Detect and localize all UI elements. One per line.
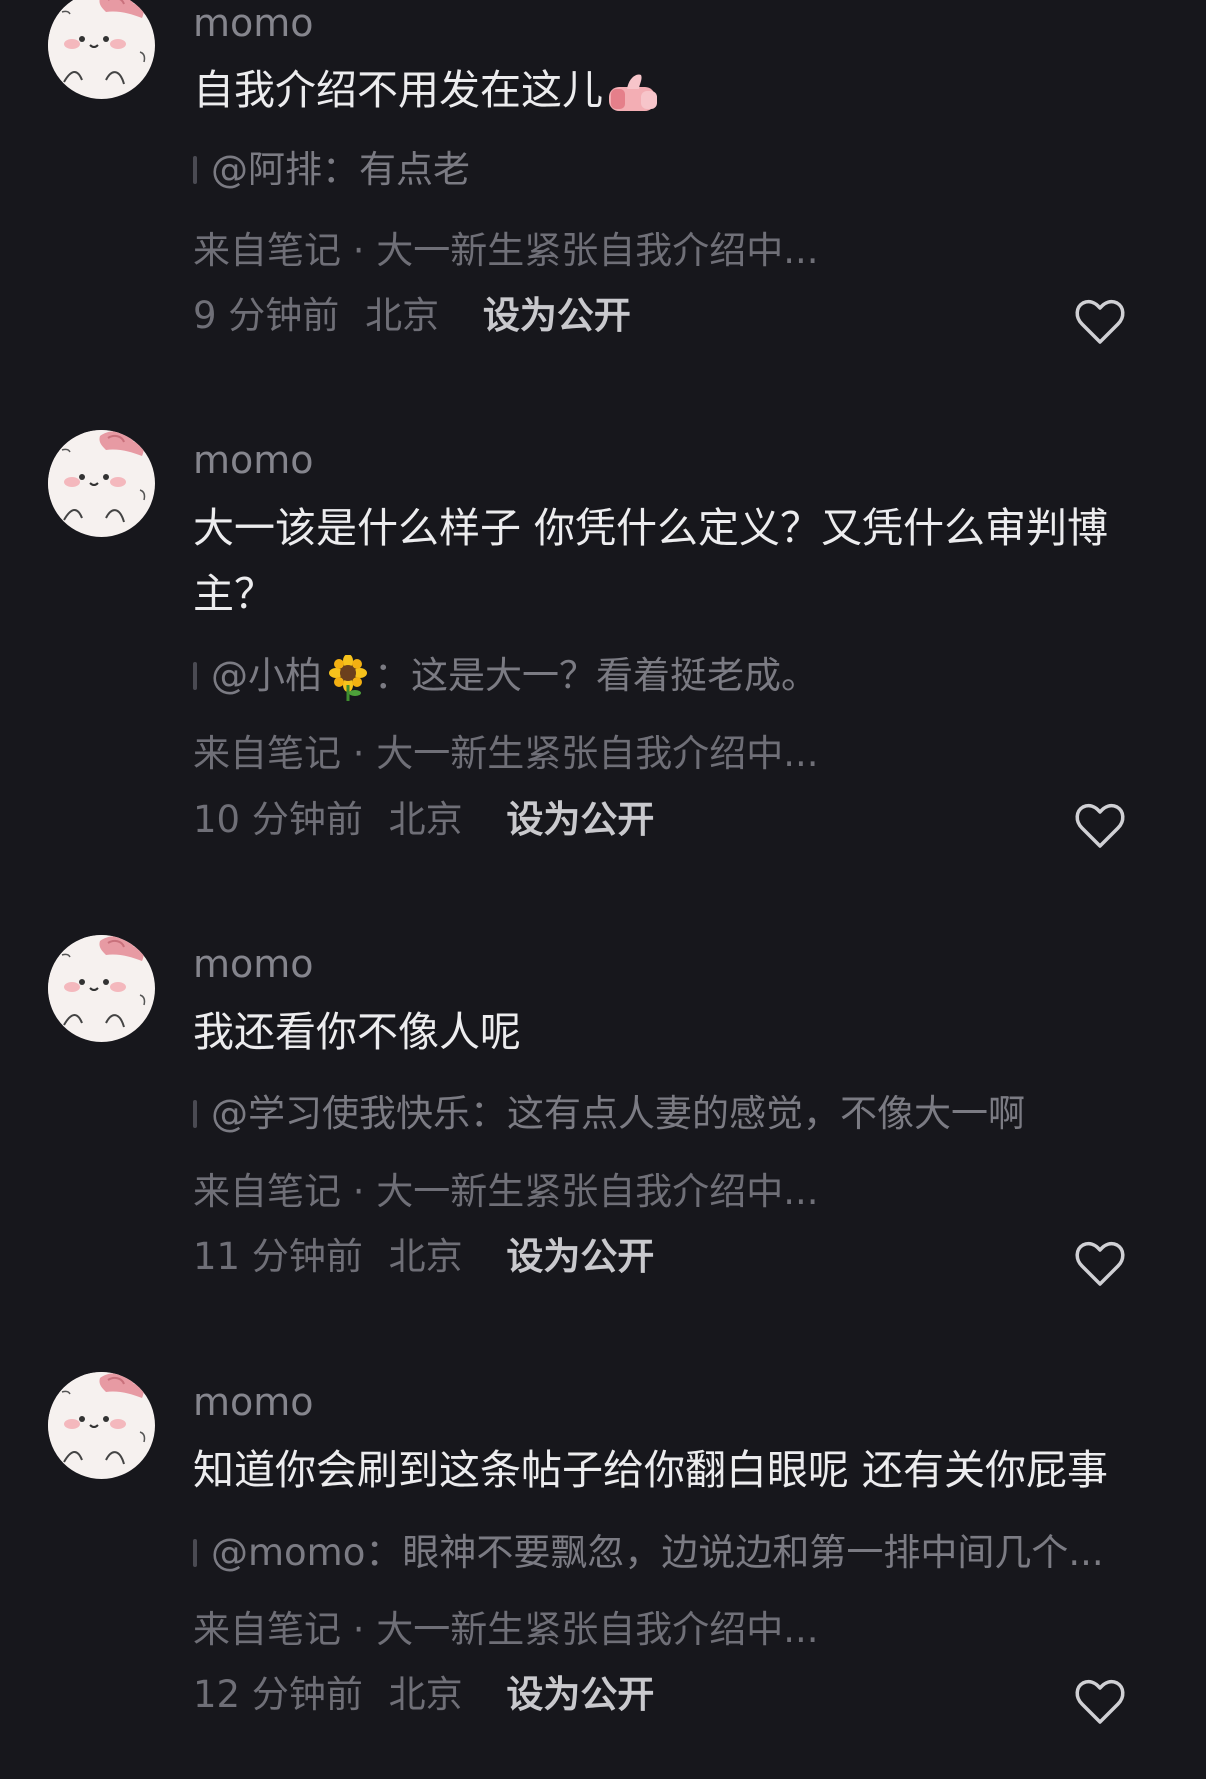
like-button[interactable]	[1074, 1678, 1126, 1726]
quote-separator: ：	[470, 1092, 507, 1135]
heart-outline-icon	[1075, 1241, 1125, 1286]
comment-text: 大一该是什么样子 你凭什么定义？又凭什么审判博主？	[193, 504, 1109, 618]
thumbs-up-emoji	[609, 74, 657, 111]
heart-outline-icon	[1075, 803, 1125, 848]
username[interactable]: momo	[193, 1379, 314, 1425]
avatar-icon	[48, 1372, 154, 1478]
username[interactable]: momo	[193, 941, 314, 987]
comment-text: 我还看你不像人呢	[193, 1008, 521, 1056]
note-source[interactable]: 来自笔记 · 大一新生紧张自我介绍中...	[193, 1169, 819, 1215]
comment-meta: 12 分钟前 北京 设为公开	[193, 1672, 654, 1718]
comment-time: 9 分钟前	[193, 294, 340, 337]
quote-text: 这有点人妻的感觉，不像大一啊	[507, 1092, 1025, 1135]
quoted-reply[interactable]: @momo：眼神不要飘忽，边说边和第一排中间几个...	[193, 1530, 1133, 1576]
quoted-reply[interactable]: @小柏 ：这是大一？看着挺老成。	[193, 653, 1133, 701]
like-button[interactable]	[1074, 1240, 1126, 1288]
quote-separator: ：	[322, 148, 359, 191]
avatar[interactable]	[48, 430, 155, 537]
comment-text-content: 自我介绍不用发在这儿	[193, 66, 603, 114]
like-button[interactable]	[1074, 298, 1126, 346]
set-public-button[interactable]: 设为公开	[483, 294, 631, 337]
comment-location: 北京	[388, 798, 463, 841]
note-source[interactable]: 来自笔记 · 大一新生紧张自我介绍中...	[193, 731, 819, 777]
comment-time: 12 分钟前	[193, 1673, 363, 1716]
username[interactable]: momo	[193, 0, 314, 46]
avatar[interactable]	[48, 935, 155, 1042]
quoted-reply[interactable]: @阿排：有点老	[193, 147, 1133, 193]
comment-time: 10 分钟前	[193, 798, 363, 841]
quote-text: 这是大一？看着挺老成。	[411, 654, 818, 697]
set-public-button[interactable]: 设为公开	[506, 798, 654, 841]
quote-user: @momo	[211, 1531, 366, 1574]
heart-outline-icon	[1075, 1679, 1125, 1724]
quote-user: @阿排	[211, 148, 322, 191]
quote-text: 眼神不要飘忽，边说边和第一排中间几个...	[402, 1531, 1104, 1574]
avatar[interactable]	[48, 1372, 155, 1479]
like-button[interactable]	[1074, 802, 1126, 850]
comment-location: 北京	[365, 294, 440, 337]
set-public-button[interactable]: 设为公开	[506, 1673, 654, 1716]
avatar[interactable]	[48, 0, 155, 99]
comment-text: 知道你会刷到这条帖子给你翻白眼呢 还有关你屁事	[193, 1446, 1109, 1494]
avatar-icon	[48, 935, 154, 1041]
comment-location: 北京	[388, 1235, 463, 1278]
note-source[interactable]: 来自笔记 · 大一新生紧张自我介绍中...	[193, 228, 819, 274]
note-source[interactable]: 来自笔记 · 大一新生紧张自我介绍中...	[193, 1607, 819, 1653]
quote-separator: ：	[374, 654, 411, 697]
comment-text: 自我介绍不用发在这儿	[193, 57, 1133, 123]
comment-meta: 10 分钟前 北京 设为公开	[193, 797, 654, 843]
avatar-icon	[48, 430, 154, 536]
username[interactable]: momo	[193, 437, 314, 483]
comment-meta: 9 分钟前 北京 设为公开	[193, 293, 631, 339]
avatar-icon	[48, 0, 154, 98]
quote-user: @学习使我快乐	[211, 1092, 470, 1135]
set-public-button[interactable]: 设为公开	[506, 1235, 654, 1278]
sunflower-emoji	[329, 654, 367, 701]
comment-location: 北京	[388, 1673, 463, 1716]
quote-separator: ：	[365, 1531, 403, 1574]
quoted-reply[interactable]: @学习使我快乐：这有点人妻的感觉，不像大一啊	[193, 1091, 1133, 1137]
heart-outline-icon	[1075, 299, 1125, 344]
quote-text: 有点老	[359, 148, 470, 191]
comment-meta: 11 分钟前 北京 设为公开	[193, 1234, 654, 1280]
comment-time: 11 分钟前	[193, 1235, 363, 1278]
quote-user: @小柏	[211, 654, 322, 697]
